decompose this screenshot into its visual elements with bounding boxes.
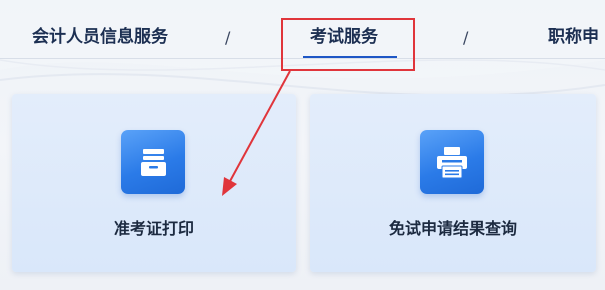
printer-icon [420, 130, 484, 194]
card-label: 免试申请结果查询 [388, 219, 517, 238]
file-cabinet-icon [121, 130, 185, 194]
nav-item-title-application[interactable]: 职称申 [548, 25, 599, 49]
exemption-result-query-card[interactable]: 免试申请结果查询 [310, 94, 596, 272]
card-label: 准考证打印 [113, 219, 194, 238]
annotation-highlight-box [281, 18, 415, 71]
nav-separator: / [225, 28, 231, 47]
admission-ticket-print-card[interactable]: 准考证打印 [12, 94, 296, 272]
nav-item-accounting-info[interactable]: 会计人员信息服务 [32, 25, 168, 49]
nav-separator: / [463, 28, 469, 47]
